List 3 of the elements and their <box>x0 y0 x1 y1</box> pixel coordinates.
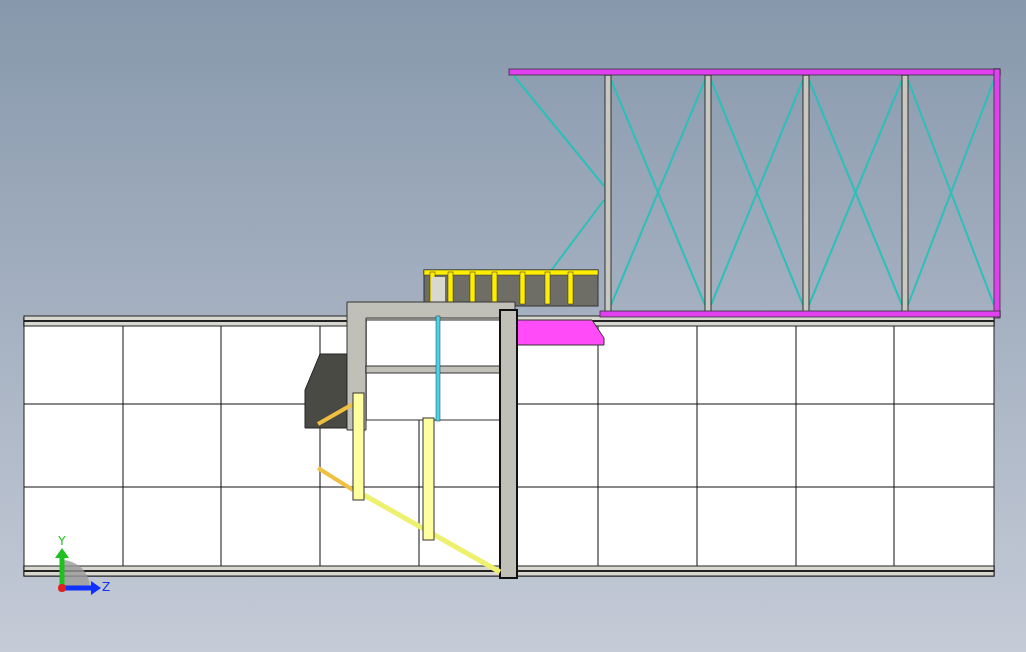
axis-triad-icon <box>55 548 101 595</box>
y-axis-label: Y <box>58 534 66 548</box>
z-axis-label: Z <box>101 580 111 594</box>
